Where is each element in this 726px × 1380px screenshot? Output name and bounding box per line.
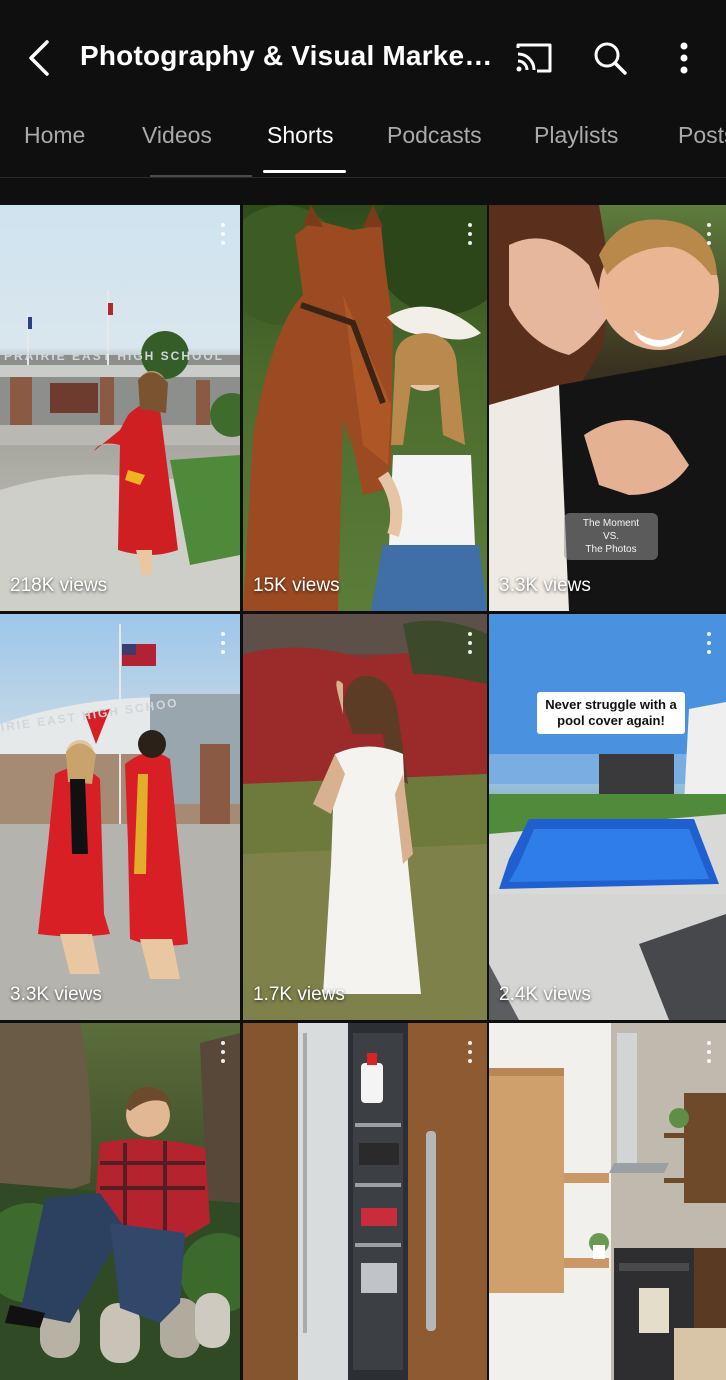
tab-podcasts[interactable]: Podcasts — [387, 122, 482, 149]
short-tile[interactable]: Never struggle with a pool cover again! … — [489, 614, 726, 1020]
short-tile[interactable] — [243, 1023, 487, 1380]
short-tile[interactable] — [0, 1023, 240, 1380]
view-count: 3.3K views — [10, 984, 102, 1005]
more-vert-icon[interactable] — [218, 1041, 228, 1063]
more-vert-icon[interactable] — [465, 1041, 475, 1063]
caption-line: pool cover again! — [557, 713, 665, 728]
tab-home[interactable]: Home — [24, 122, 85, 149]
thumbnail-image — [243, 205, 487, 611]
thumbnail-image — [0, 624, 240, 1020]
active-tab-indicator — [263, 170, 346, 173]
thumbnail-image — [0, 290, 240, 611]
caption-line: VS. — [602, 531, 620, 542]
short-tile[interactable]: IRIE EAST HIGH SCHOO 3.3K views — [0, 614, 240, 1020]
thumbnail-image — [243, 1023, 487, 1380]
thumbnail-image — [489, 1023, 726, 1380]
thumbnail-image — [243, 614, 487, 1020]
more-vert-icon[interactable] — [218, 632, 228, 654]
more-vert-icon[interactable] — [704, 223, 714, 245]
tab-shorts[interactable]: Shorts — [267, 122, 333, 149]
thumbnail-image — [0, 1023, 240, 1380]
caption-line: The Photos — [585, 544, 637, 555]
thumbnail-image — [489, 614, 726, 1020]
short-tile[interactable]: 15K views — [243, 205, 487, 611]
tab-posts[interactable]: Posts — [678, 122, 726, 149]
more-vert-icon[interactable] — [465, 632, 475, 654]
short-tile[interactable]: 1.7K views — [243, 614, 487, 1020]
more-vert-icon[interactable] — [704, 1041, 714, 1063]
more-vert-icon[interactable] — [465, 223, 475, 245]
more-vert-icon[interactable] — [218, 223, 228, 245]
channel-tabs: Home Videos Shorts Podcasts Playlists Po… — [0, 112, 726, 178]
back-arrow-icon[interactable] — [18, 36, 58, 80]
view-count: 1.7K views — [253, 984, 345, 1005]
short-tile[interactable] — [489, 1023, 726, 1380]
cast-icon[interactable] — [510, 34, 558, 82]
caption-line: Never struggle with a — [545, 697, 677, 712]
tab-videos[interactable]: Videos — [142, 122, 212, 149]
school-sign-text: PRAIRIE EAST HIGH SCHOOL — [4, 349, 225, 363]
view-count: 3.3K views — [499, 575, 591, 596]
app-bar: Photography & Visual Marketi... — [0, 0, 726, 112]
view-count: 15K views — [253, 575, 340, 596]
channel-title: Photography & Visual Marketi... — [80, 40, 500, 71]
search-icon[interactable] — [586, 34, 634, 82]
tab-transition-indicator — [150, 175, 252, 177]
view-count: 218K views — [10, 575, 108, 596]
more-vert-icon[interactable] — [704, 632, 714, 654]
more-vert-icon[interactable] — [660, 34, 708, 82]
short-tile[interactable]: The Moment VS. The Photos 3.3K views — [489, 205, 726, 611]
tab-playlists[interactable]: Playlists — [534, 122, 618, 149]
video-caption-overlay: The Moment VS. The Photos — [564, 513, 658, 560]
shorts-grid: PRAIRIE EAST HIGH SCHOOL 218K views 15K … — [0, 205, 726, 1380]
view-count: 2.4K views — [499, 984, 591, 1005]
caption-line: The Moment — [582, 518, 640, 529]
short-tile[interactable]: PRAIRIE EAST HIGH SCHOOL 218K views — [0, 205, 240, 611]
video-caption-overlay: Never struggle with a pool cover again! — [537, 692, 685, 734]
